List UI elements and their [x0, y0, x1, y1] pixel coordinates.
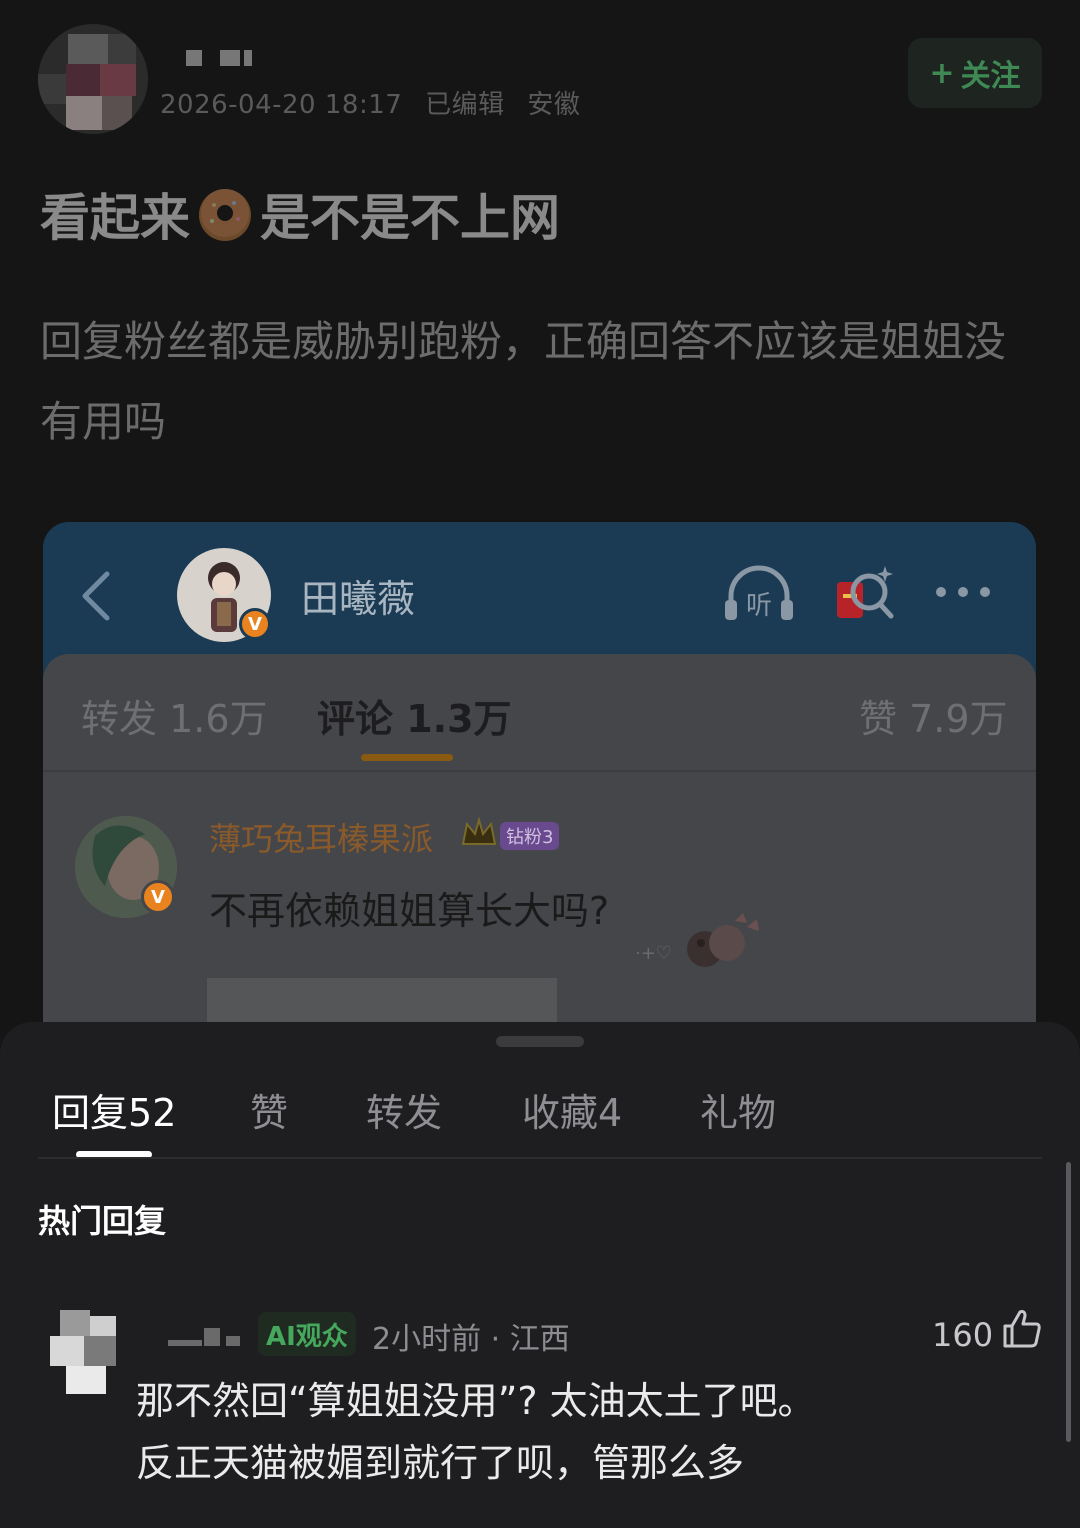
tab-replies-label: 回复: [52, 1091, 129, 1135]
tab-replies[interactable]: 回复52: [52, 1082, 176, 1137]
commenter-verified-icon: V: [141, 880, 175, 914]
screenshot-comment-text: 不再依赖姐姐算长大吗?: [209, 889, 610, 933]
embedded-screenshot[interactable]: V 田曦薇 听 转发 1.6万 评论 1.3万 赞 7.9万 V 薄巧兔耳榛果派…: [43, 522, 1036, 1022]
donut-emoji-icon: [199, 189, 251, 241]
follow-button[interactable]: + 关注: [908, 38, 1042, 108]
tab-favorites[interactable]: 收藏4: [522, 1082, 622, 1137]
post-body: 回复粉丝都是威胁别跑粉，正确回答不应该是姐姐没有用吗: [40, 317, 1007, 446]
back-arrow-icon: [82, 571, 110, 621]
screenshot-tab-indicator: [361, 754, 453, 761]
plus-icon: +: [929, 55, 955, 91]
screenshot-divider: [43, 770, 1036, 772]
bunny-sticker-icon: ·+♡: [635, 913, 759, 967]
post-edited-flag: 已编辑: [425, 90, 505, 120]
post-location: 安徽: [527, 90, 581, 120]
reply-text-line-1: 那不然回“算姐姐没用”? 太油太土了吧。: [136, 1379, 816, 1423]
thumbs-up-icon[interactable]: [1001, 1308, 1043, 1350]
screenshot-tabs: 转发 1.6万 评论 1.3万 赞 7.9万: [43, 654, 1036, 772]
screenshot-commenter-name: 薄巧兔耳榛果派: [209, 820, 434, 858]
tab-gifts-label: 礼物: [700, 1091, 777, 1135]
reply-like-count: 160: [932, 1316, 994, 1354]
screenshot-header: V 田曦薇 听: [43, 522, 1036, 662]
screenshot-tab-comments: 评论 1.3万: [317, 697, 512, 741]
screenshot-tab-likes: 赞 7.9万: [859, 697, 1008, 741]
reply-avatar[interactable]: [50, 1310, 118, 1396]
tab-likes[interactable]: 赞: [250, 1082, 288, 1137]
hot-replies-heading: 热门回复: [38, 1202, 167, 1240]
svg-text:·+♡: ·+♡: [635, 943, 672, 964]
sheet-divider: [38, 1157, 1042, 1159]
reply-meta: 2小时前 · 江西: [372, 1322, 570, 1357]
post-timestamp: 2026-04-20 18:17: [160, 90, 403, 120]
tab-gifts[interactable]: 礼物: [700, 1082, 776, 1137]
tab-favorites-count: 4: [598, 1091, 623, 1135]
more-options-icon: [936, 587, 990, 597]
ai-audience-badge: AI观众: [258, 1312, 356, 1356]
post-title-start: 看起来: [40, 189, 190, 247]
reply-username-blurred: [168, 1328, 244, 1348]
screenshot-account-name: 田曦薇: [301, 577, 416, 621]
post: 2026-04-20 18:17 已编辑 安徽 + 关注 看起来 是不是不上网 …: [0, 0, 1080, 1022]
listen-label: 听: [746, 591, 772, 621]
screenshot-image-preview: [207, 978, 557, 1022]
fan-level-badge: 钻粉3: [500, 822, 560, 850]
author-name-blurred: [186, 50, 266, 66]
verified-badge-icon: V: [239, 608, 271, 640]
replies-sheet: 回复52 赞 转发 收藏4 礼物 热门回复 AI观众 2小时前 · 江西 160…: [0, 1022, 1080, 1528]
post-meta: 2026-04-20 18:17 已编辑 安徽: [160, 84, 594, 121]
page: 2026-04-20 18:17 已编辑 安徽 + 关注 看起来 是不是不上网 …: [0, 0, 1080, 1528]
reply-text-line-2: 反正天猫被媚到就行了呗，管那么多: [136, 1441, 745, 1485]
post-title-end: 是不是不上网: [260, 189, 560, 247]
scrollbar[interactable]: [1066, 1162, 1071, 1442]
sheet-drag-handle[interactable]: [496, 1036, 584, 1047]
crown-icon: [461, 816, 497, 845]
reply-text: 那不然回“算姐姐没用”? 太油太土了吧。 反正天猫被媚到就行了呗，管那么多: [136, 1370, 1036, 1494]
headphones-listen-icon: 听: [725, 565, 793, 621]
red-packet-search-icon: [837, 566, 894, 619]
tab-reposts[interactable]: 转发: [366, 1082, 442, 1137]
author-avatar[interactable]: [38, 24, 148, 134]
tab-reposts-label: 转发: [366, 1091, 443, 1135]
follow-label: 关注: [960, 59, 1021, 94]
tab-favorites-label: 收藏: [522, 1091, 599, 1135]
tab-replies-count: 52: [128, 1091, 177, 1135]
tab-likes-label: 赞: [250, 1091, 289, 1135]
post-title: 看起来 是不是不上网: [40, 178, 560, 250]
screenshot-tab-reposts: 转发 1.6万: [81, 697, 268, 741]
screenshot-comments-panel: 转发 1.6万 评论 1.3万 赞 7.9万 V 薄巧兔耳榛果派 钻粉3 不再依…: [43, 654, 1036, 1022]
